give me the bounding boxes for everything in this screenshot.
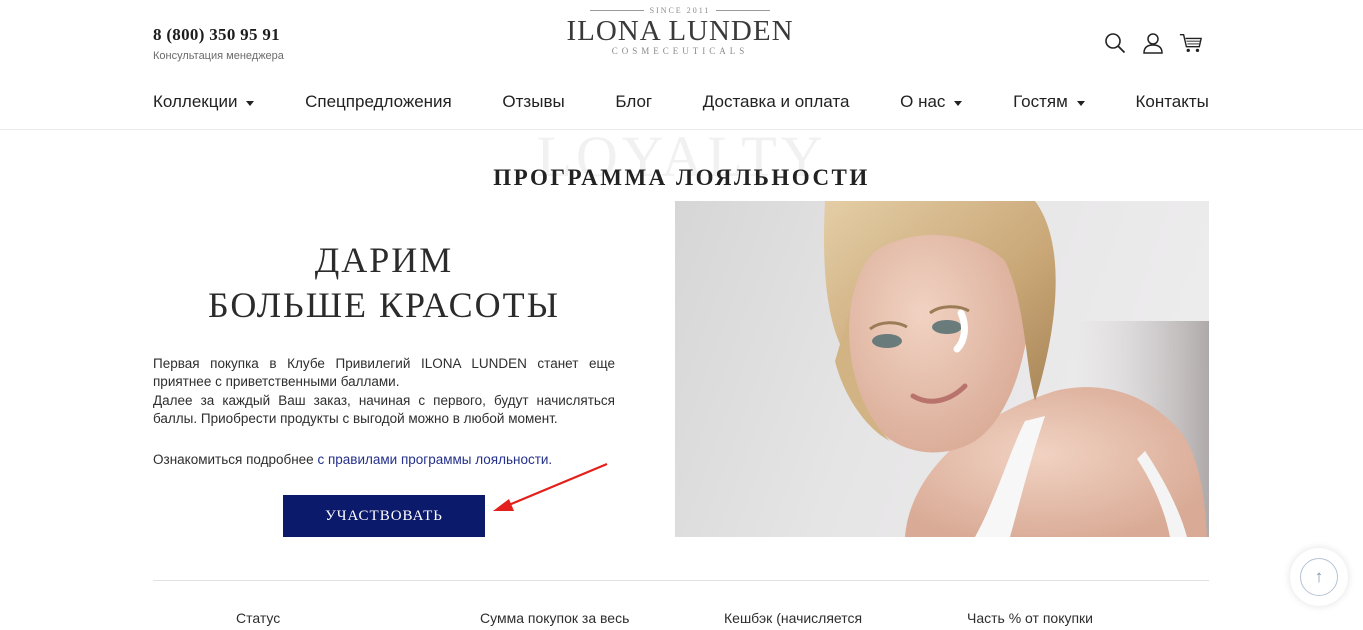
- rules-prefix: Ознакомиться подробнее: [153, 452, 318, 467]
- hero-paragraph-1: Первая покупка в Клубе Привилегий ILONA …: [153, 356, 615, 390]
- main-nav: Коллекции Спецпредложения Отзывы Блог До…: [153, 92, 1209, 112]
- chevron-down-icon: [246, 100, 255, 106]
- user-icon[interactable]: [1141, 30, 1165, 56]
- nav-label: Коллекции: [153, 92, 238, 111]
- model-portrait-illustration: [824, 201, 1209, 537]
- nav-item-reviews[interactable]: Отзывы: [502, 92, 564, 112]
- nav-item-special-offers[interactable]: Спецпредложения: [305, 92, 452, 112]
- header-icons: [1103, 30, 1203, 56]
- nav-item-delivery[interactable]: Доставка и оплата: [703, 92, 850, 112]
- phone-caption: Консультация менеджера: [153, 50, 284, 62]
- logo-rule-left: [589, 10, 644, 11]
- chevron-down-icon: [1076, 100, 1085, 106]
- model-photo: [675, 201, 1209, 537]
- cart-icon[interactable]: [1179, 30, 1203, 56]
- logo-name: ILONA LUNDEN: [566, 15, 794, 47]
- logo-since: SINCE 2011: [649, 6, 711, 15]
- section-divider: [153, 580, 1209, 581]
- nav-label: О нас: [900, 92, 946, 111]
- nav-item-collections[interactable]: Коллекции: [153, 92, 255, 112]
- site-header: 8 (800) 350 95 91 Консультация менеджера…: [0, 0, 1363, 130]
- nav-item-blog[interactable]: Блог: [615, 92, 652, 112]
- nav-label: Контакты: [1135, 92, 1209, 111]
- nav-item-guests[interactable]: Гостям: [1013, 92, 1085, 112]
- table-header-percent: Часть % от покупки: [967, 610, 1094, 626]
- nav-label: Блог: [615, 92, 653, 111]
- search-icon[interactable]: [1103, 30, 1127, 56]
- table-header-status: Статус: [236, 610, 281, 626]
- hero-title-line-1: ДАРИМ: [314, 240, 454, 280]
- hero-description: Первая покупка в Клубе Привилегий ILONA …: [153, 355, 615, 428]
- hero-title-line-2: БОЛЬШЕ КРАСОТЫ: [207, 285, 561, 325]
- hero-title: ДАРИМ БОЛЬШЕ КРАСОТЫ: [153, 238, 615, 328]
- chevron-down-icon: [954, 100, 963, 106]
- phone-number[interactable]: 8 (800) 350 95 91: [153, 25, 284, 45]
- nav-label: Доставка и оплата: [702, 92, 850, 111]
- nav-label: Гостям: [1013, 92, 1068, 111]
- logo-rule-right: [716, 10, 771, 11]
- scroll-to-top-button[interactable]: ↑: [1290, 548, 1348, 606]
- nav-label: Отзывы: [502, 92, 565, 111]
- logo-since-row: SINCE 2011: [560, 6, 800, 15]
- participate-button[interactable]: УЧАСТВОВАТЬ: [283, 495, 485, 537]
- table-header-sum: Сумма покупок за весь: [480, 610, 630, 626]
- table-header-cashback: Кешбэк (начисляется: [724, 610, 863, 626]
- red-arrow-annotation: [493, 462, 608, 511]
- brand-logo[interactable]: SINCE 2011 ILONA LUNDEN COSMECEUTICALS: [560, 6, 800, 56]
- phone-block: 8 (800) 350 95 91 Консультация менеджера: [153, 25, 284, 62]
- arrow-up-icon: ↑: [1300, 558, 1338, 596]
- hero-paragraph-2: Далее за каждый Ваш заказ, начиная с пер…: [153, 392, 615, 426]
- section-title: ПРОГРАММА ЛОЯЛЬНОСТИ: [493, 165, 870, 190]
- nav-item-contacts[interactable]: Контакты: [1135, 92, 1208, 112]
- nav-label: Спецпредложения: [305, 92, 452, 111]
- nav-item-about[interactable]: О нас: [900, 92, 963, 112]
- logo-subtitle: COSMECEUTICALS: [611, 46, 749, 56]
